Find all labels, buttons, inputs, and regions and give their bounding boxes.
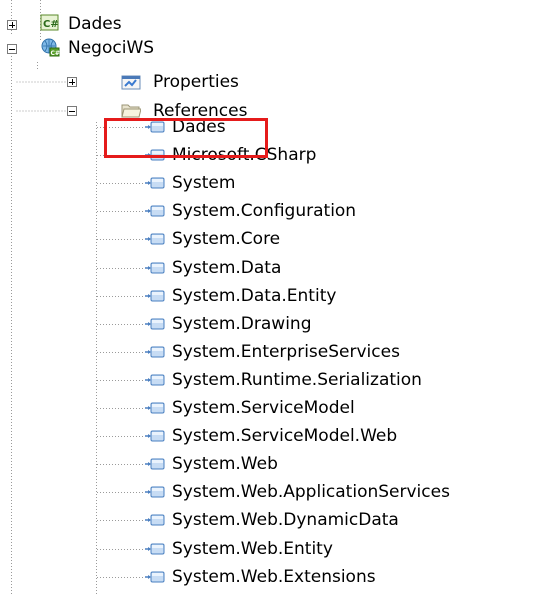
collapse-toggle-negociws[interactable] [7,44,17,54]
reference-icon [145,458,165,470]
reference-icon [145,543,165,554]
reference-label: System.Web [172,454,278,475]
csharp-project-icon: C# [40,14,59,31]
reference-icon [145,318,165,330]
reference-icon [145,571,165,583]
reference-label: System.Web.ApplicationServices [172,482,450,503]
expand-toggle-dades[interactable] [7,20,17,30]
reference-label: System.Drawing [172,313,312,334]
reference-label: System [172,173,236,194]
reference-icon [145,514,165,526]
reference-label: System.ServiceModel [172,398,355,418]
properties-icon [121,75,141,90]
svg-text:C#: C# [43,19,59,30]
reference-icon [145,346,165,358]
solution-explorer-tree: C# Dades C# NegociWS Properties Referenc… [0,0,537,596]
reference-label: System.Runtime.Serialization [172,369,422,390]
reference-label: System.Data [172,257,282,278]
node-label: Dades [68,14,122,34]
reference-icon [145,486,165,498]
reference-icon [145,290,165,302]
reference-label: System.Data.Entity [172,285,337,306]
reference-icon [145,402,165,414]
reference-label: System.ServiceModel.Web [172,426,398,447]
reference-label: System.Core [172,229,281,250]
expand-toggle-properties[interactable] [67,77,77,87]
reference-icon [145,374,165,386]
reference-label: System.Web.DynamicData [172,510,399,531]
web-project-icon: C# [41,38,60,57]
reference-icon [145,262,165,273]
node-label: Properties [153,72,239,92]
reference-icon [145,430,165,442]
reference-icon [145,177,165,189]
reference-icon [145,233,165,245]
svg-text:C#: C# [51,50,60,57]
folder-open-icon [121,104,141,118]
reference-icon [145,205,165,217]
reference-label: System.Configuration [172,201,357,222]
collapse-toggle-references[interactable] [67,106,77,116]
node-label: NegociWS [68,38,155,58]
highlight-box [104,118,268,158]
reference-label: System.EnterpriseServices [172,341,400,362]
reference-label: System.Web.Entity [172,538,333,559]
reference-label: System.Web.Extensions [172,566,376,587]
